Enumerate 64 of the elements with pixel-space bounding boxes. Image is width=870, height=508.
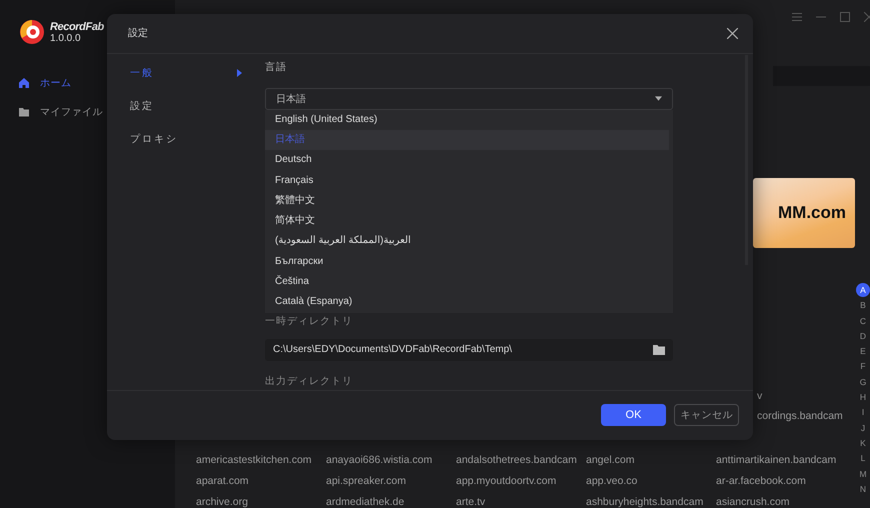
site-link[interactable]: ar-ar.facebook.com (716, 471, 846, 492)
language-option[interactable]: 简体中文 (265, 211, 669, 232)
alphabet-letter[interactable]: J (856, 420, 870, 435)
alphabet-letter[interactable]: H (856, 390, 870, 404)
folder-icon[interactable] (653, 344, 665, 355)
site-link[interactable]: anayaoi686.wistia.com (326, 450, 456, 471)
site-link[interactable]: app.myoutdoortv.com (456, 471, 586, 492)
site-link[interactable]: americastestkitchen.com (196, 450, 326, 471)
language-option[interactable]: Deutsch (265, 150, 669, 171)
site-link[interactable]: asiancrush.com (716, 492, 846, 508)
alphabet-letter[interactable]: G (856, 374, 870, 389)
language-option[interactable]: English (United States) (265, 110, 669, 130)
app-version: 1.0.0.0 (50, 32, 82, 44)
app-name: RecordFab (50, 20, 104, 32)
ok-button[interactable]: OK (601, 404, 666, 426)
alphabet-letter[interactable]: K (856, 436, 870, 450)
field-label: 出力ディレクトリ (265, 374, 354, 389)
language-option[interactable]: العربية(المملكة العربية السعودية) (265, 231, 669, 252)
caret-icon (655, 96, 662, 102)
language-option[interactable]: 繁體中文 (265, 190, 669, 212)
maximize-icon[interactable] (840, 12, 850, 22)
site-link[interactable]: anttimartikainen.bandcam (716, 450, 846, 471)
cancel-button[interactable]: キャンセル (674, 404, 739, 426)
language-option[interactable]: Čeština (265, 272, 669, 292)
alphabet-letter[interactable]: N (856, 482, 870, 496)
close-icon[interactable] (727, 28, 738, 39)
site-link[interactable]: app.veo.co (586, 471, 716, 492)
home-icon (18, 76, 30, 88)
settings-tab[interactable]: 設定 (130, 90, 242, 123)
alphabet-letter[interactable]: B (856, 298, 870, 312)
folder-icon (18, 106, 30, 118)
site-link[interactable]: v (757, 386, 855, 406)
menu-icon[interactable] (792, 12, 802, 22)
settings-tab[interactable]: プロキシ (130, 122, 242, 156)
settings-tab[interactable]: 一般 (130, 56, 242, 90)
caret-icon (237, 69, 242, 78)
language-option[interactable]: Български (265, 252, 669, 272)
alphabet-letter[interactable]: L (856, 451, 870, 466)
site-link[interactable]: aparat.com (196, 471, 326, 492)
logo-icon (18, 18, 46, 46)
site-link[interactable]: archive.org (196, 492, 326, 508)
language-option[interactable]: Français (265, 170, 669, 191)
site-link[interactable]: ashburyheights.bandcam (586, 492, 716, 508)
site-link[interactable]: cordings.bandcam (757, 406, 855, 426)
language-option[interactable]: Català (Espanya) (265, 292, 669, 313)
alphabet-letter[interactable]: A (856, 283, 870, 297)
alphabet-letter[interactable]: M (856, 466, 870, 481)
site-link[interactable]: ardmediathek.de (326, 492, 456, 508)
field-label: 言語 (265, 60, 288, 75)
directory-field[interactable]: C:\Users\EDY\Documents\DVDFab\RecordFab\Temp\ (265, 338, 673, 361)
alphabet-letter[interactable]: E (856, 344, 870, 358)
site-link[interactable]: api.spreaker.com (326, 471, 456, 492)
language-select[interactable]: 日本語 (265, 88, 673, 110)
field-label: 一時ディレクトリ (265, 314, 354, 329)
site-link[interactable]: angel.com (586, 450, 716, 471)
dialog-title: 設定 (128, 26, 148, 40)
alphabet-letter[interactable]: I (856, 405, 870, 420)
alphabet-letter[interactable]: C (856, 314, 870, 328)
alphabet-letter[interactable]: D (856, 328, 870, 343)
site-link[interactable]: andalsothetrees.bandcam (456, 450, 586, 471)
banner[interactable]: MM.com (753, 178, 855, 248)
site-link[interactable]: arte.tv (456, 492, 586, 508)
banner-text: MM.com (778, 203, 846, 223)
alphabet-letter[interactable]: F (856, 359, 870, 374)
